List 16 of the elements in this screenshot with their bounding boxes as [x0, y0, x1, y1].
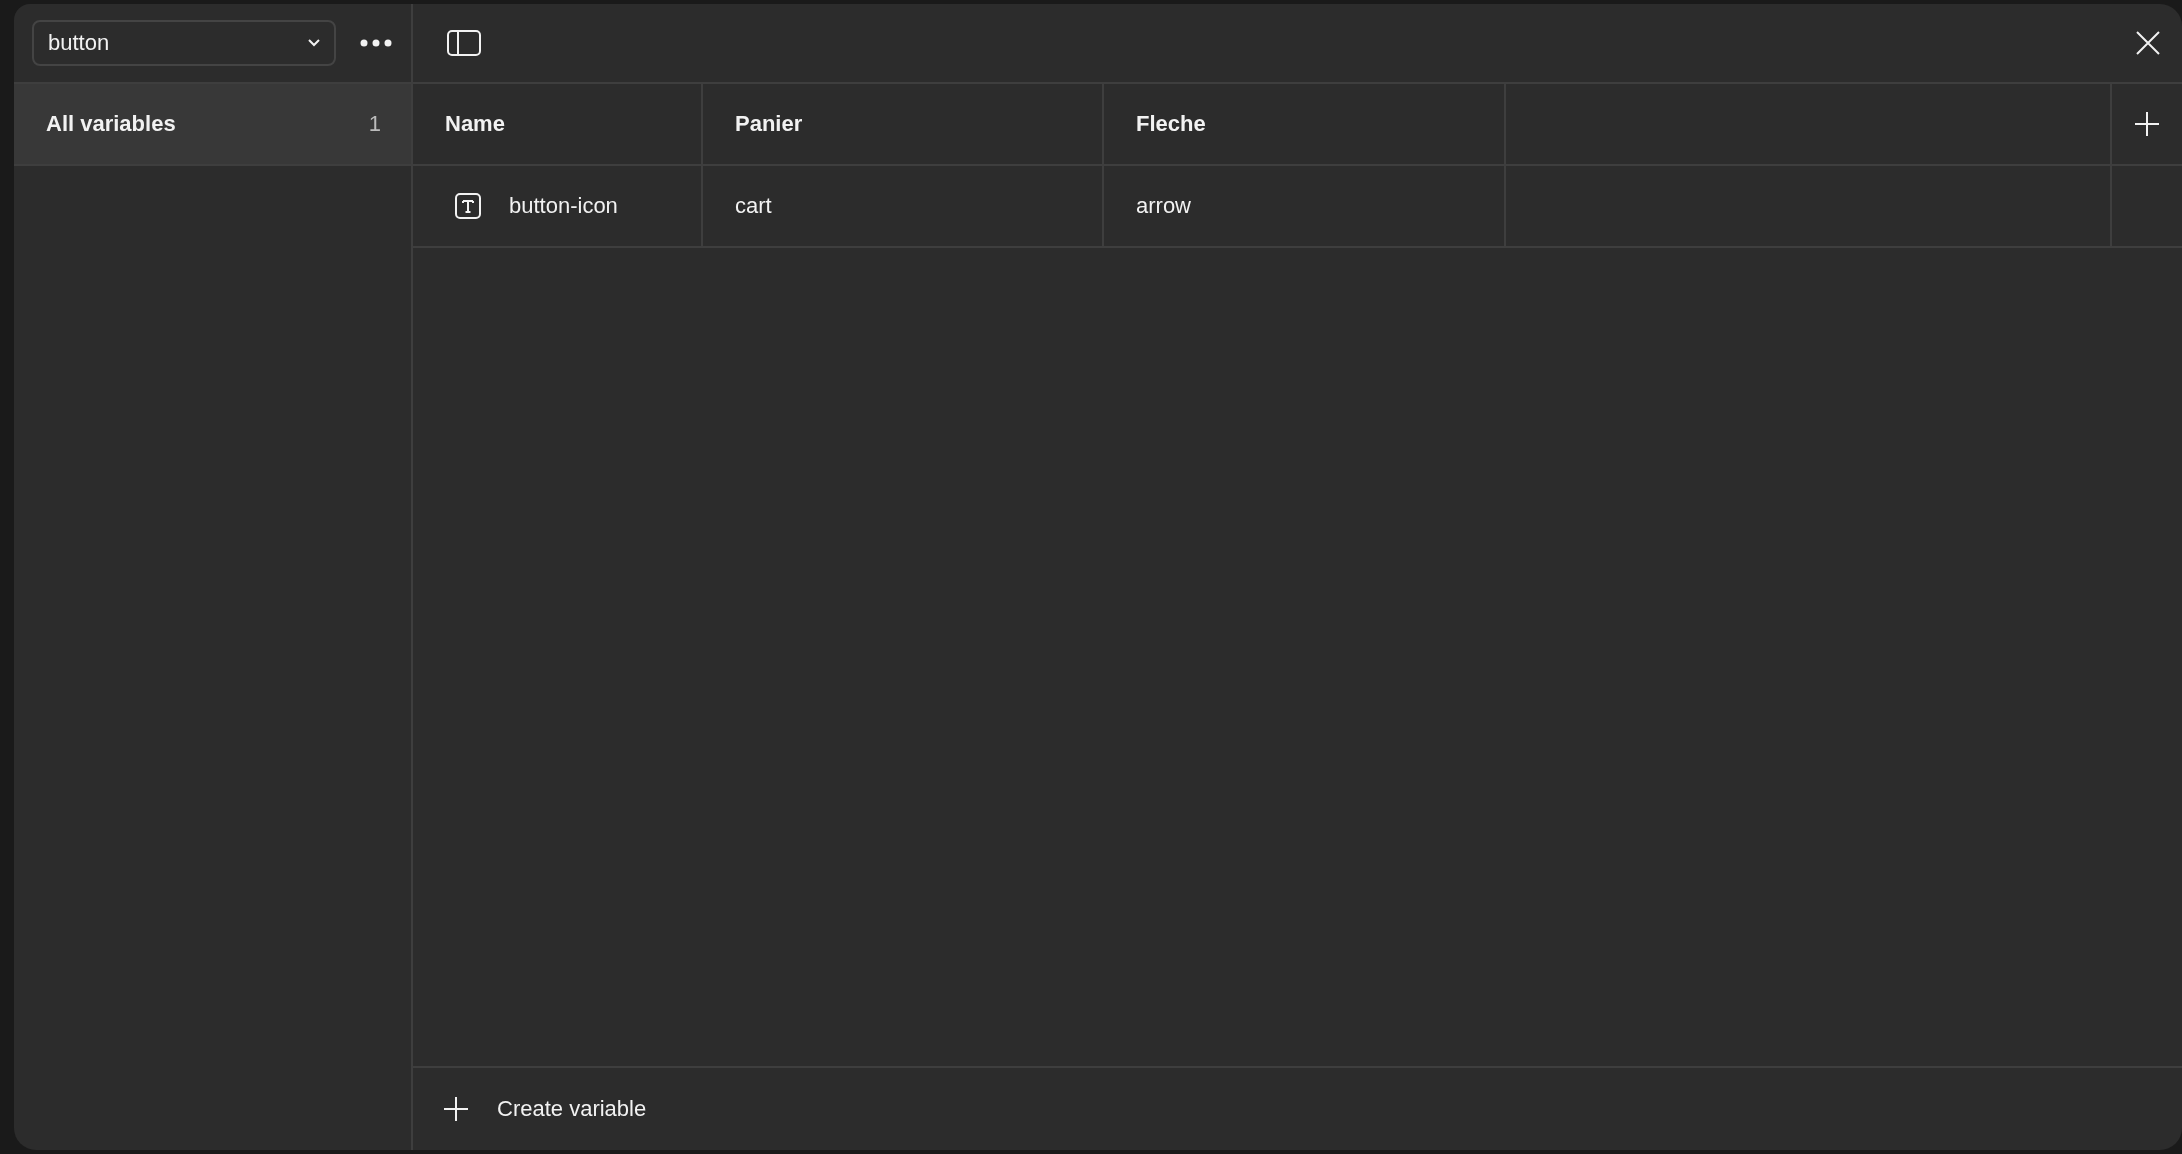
text-type-icon	[455, 193, 481, 219]
collection-dropdown[interactable]: button	[32, 20, 336, 66]
chevron-down-icon	[308, 39, 320, 47]
plus-icon	[2134, 111, 2160, 137]
table-cell: arrow	[1104, 166, 1506, 248]
table-cell: cart	[703, 166, 1104, 248]
column-header: Panier	[703, 84, 1104, 166]
create-variable-button[interactable]: Create variable	[443, 1096, 647, 1122]
more-icon	[360, 39, 392, 47]
close-icon	[2136, 31, 2160, 55]
plus-icon	[443, 1096, 469, 1122]
sidebar-item[interactable]: All variables 1	[14, 84, 411, 166]
column-header: Name	[413, 84, 703, 166]
variable-name: button-icon	[509, 193, 618, 219]
column-header: Fleche	[1104, 84, 1506, 166]
sidebar-icon	[447, 30, 481, 56]
